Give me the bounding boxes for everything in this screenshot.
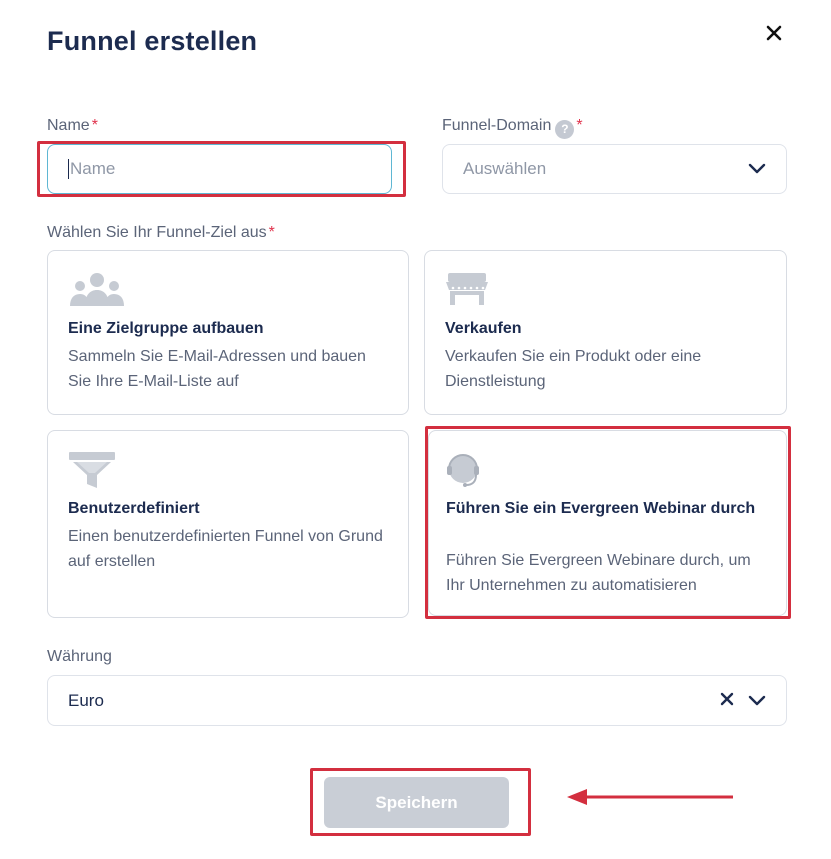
domain-label-text: Funnel-Domain: [442, 117, 552, 134]
domain-select-value: Auswählen: [463, 159, 547, 178]
goal-option-audience[interactable]: Eine Zielgruppe aufbauen Sammeln Sie E-M…: [47, 250, 409, 415]
goal-option-title: Führen Sie ein Evergreen Webinar durch: [446, 500, 756, 517]
goal-option-description: Sammeln Sie E-Mail-Adressen und bauen Si…: [68, 348, 366, 390]
goal-label-text: Wählen Sie Ihr Funnel-Ziel aus: [47, 224, 267, 241]
domain-label: Funnel-Domain? *: [442, 117, 583, 139]
goal-option-webinar[interactable]: Führen Sie ein Evergreen Webinar durch F…: [428, 430, 787, 616]
required-mark: *: [268, 224, 275, 241]
text-caret: [68, 159, 69, 179]
name-input[interactable]: Name: [47, 144, 392, 194]
name-label: Name *: [47, 117, 98, 135]
close-icon[interactable]: [765, 24, 783, 42]
currency-select-value: Euro: [68, 690, 104, 710]
question-circle-icon[interactable]: ?: [555, 120, 575, 139]
goal-option-title: Verkaufen: [445, 320, 522, 337]
clear-icon[interactable]: [720, 691, 734, 711]
storefront-icon: [445, 271, 489, 312]
goal-option-custom[interactable]: Benutzerdefiniert Einen benutzerdefinier…: [47, 430, 409, 618]
audience-group-icon: [68, 271, 126, 314]
dialog-title: Funnel erstellen: [47, 26, 258, 56]
save-button[interactable]: Speichern: [324, 777, 509, 828]
goal-label: Wählen Sie Ihr Funnel-Ziel aus *: [47, 224, 275, 242]
domain-select[interactable]: Auswählen: [442, 144, 787, 194]
goal-option-description: Einen benutzerdefinierten Funnel von Gru…: [68, 528, 383, 570]
required-mark: *: [576, 117, 583, 134]
chevron-down-icon[interactable]: [748, 159, 766, 179]
currency-select[interactable]: Euro: [47, 675, 787, 726]
funnel-icon: [68, 451, 116, 496]
chevron-down-icon[interactable]: [748, 691, 766, 711]
goal-option-title: Eine Zielgruppe aufbauen: [68, 320, 264, 337]
name-label-text: Name: [47, 117, 90, 134]
goal-option-description: Verkaufen Sie ein Produkt oder eine Dien…: [445, 348, 702, 390]
goal-option-description: Führen Sie Evergreen Webinare durch, um …: [446, 552, 751, 594]
required-mark: *: [91, 117, 98, 134]
goal-option-sell[interactable]: Verkaufen Verkaufen Sie ein Produkt oder…: [424, 250, 787, 415]
name-input-placeholder: Name: [70, 159, 116, 178]
arrow-left-icon: [565, 787, 737, 812]
goal-option-title: Benutzerdefiniert: [68, 500, 200, 517]
currency-label: Währung: [47, 648, 112, 665]
headset-icon: [446, 452, 482, 493]
